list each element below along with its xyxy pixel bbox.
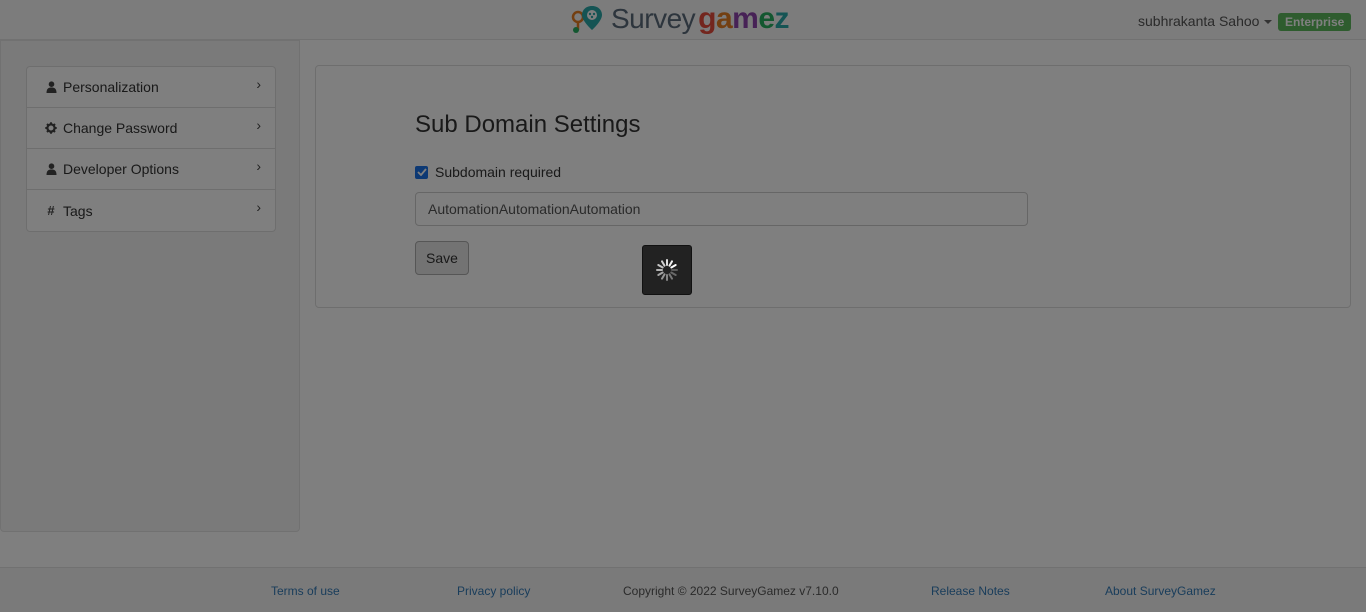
spinner-icon	[656, 259, 678, 281]
spinner-tick	[661, 273, 666, 280]
spinner-tick	[657, 271, 664, 276]
spinner-tick	[661, 260, 666, 267]
spinner-tick	[670, 264, 677, 269]
spinner-tick	[668, 260, 673, 267]
loading-overlay	[0, 0, 1366, 612]
loading-spinner	[642, 245, 692, 295]
spinner-tick	[668, 273, 673, 280]
spinner-tick	[657, 264, 664, 269]
spinner-tick	[670, 271, 677, 276]
